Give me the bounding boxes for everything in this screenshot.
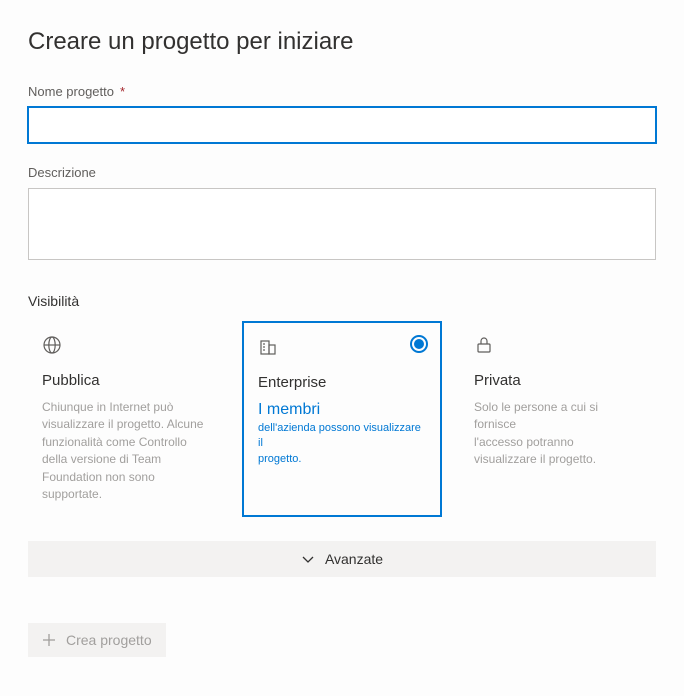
globe-icon — [42, 335, 62, 355]
visibility-option-private[interactable]: Privata Solo le persone a cui si fornisc… — [460, 321, 656, 517]
description-label: Descrizione — [28, 165, 656, 180]
visibility-enterprise-title: Enterprise — [258, 374, 426, 391]
project-name-label: Nome progetto * — [28, 84, 656, 99]
building-icon — [258, 337, 278, 357]
advanced-label: Avanzate — [325, 551, 383, 567]
visibility-option-public[interactable]: Pubblica Chiunque in Internet può visual… — [28, 321, 224, 517]
project-name-input[interactable] — [28, 107, 656, 143]
plus-icon — [42, 633, 56, 647]
description-input[interactable] — [28, 188, 656, 260]
project-name-label-text: Nome progetto — [28, 84, 114, 99]
chevron-down-icon — [301, 552, 315, 566]
visibility-private-desc: Solo le persone a cui si fornisce l'acce… — [474, 399, 642, 469]
visibility-public-title: Pubblica — [42, 372, 210, 389]
page-title: Creare un progetto per iniziare — [28, 28, 656, 56]
visibility-label: Visibilità — [28, 293, 656, 309]
visibility-option-enterprise[interactable]: Enterprise I membri dell'azienda possono… — [242, 321, 442, 517]
create-project-button[interactable]: Crea progetto — [28, 623, 166, 657]
radio-selected-icon — [410, 335, 428, 353]
lock-icon — [474, 335, 494, 355]
required-indicator: * — [120, 84, 125, 99]
visibility-enterprise-highlight: I membri — [258, 401, 426, 419]
visibility-options: Pubblica Chiunque in Internet può visual… — [28, 321, 656, 517]
visibility-enterprise-sub2: progetto. — [258, 452, 426, 467]
visibility-enterprise-sub1: dell'azienda possono visualizzare il — [258, 421, 426, 452]
create-project-label: Crea progetto — [66, 632, 152, 648]
visibility-public-desc: Chiunque in Internet può visualizzare il… — [42, 399, 210, 503]
visibility-private-title: Privata — [474, 372, 642, 389]
advanced-toggle[interactable]: Avanzate — [28, 541, 656, 577]
